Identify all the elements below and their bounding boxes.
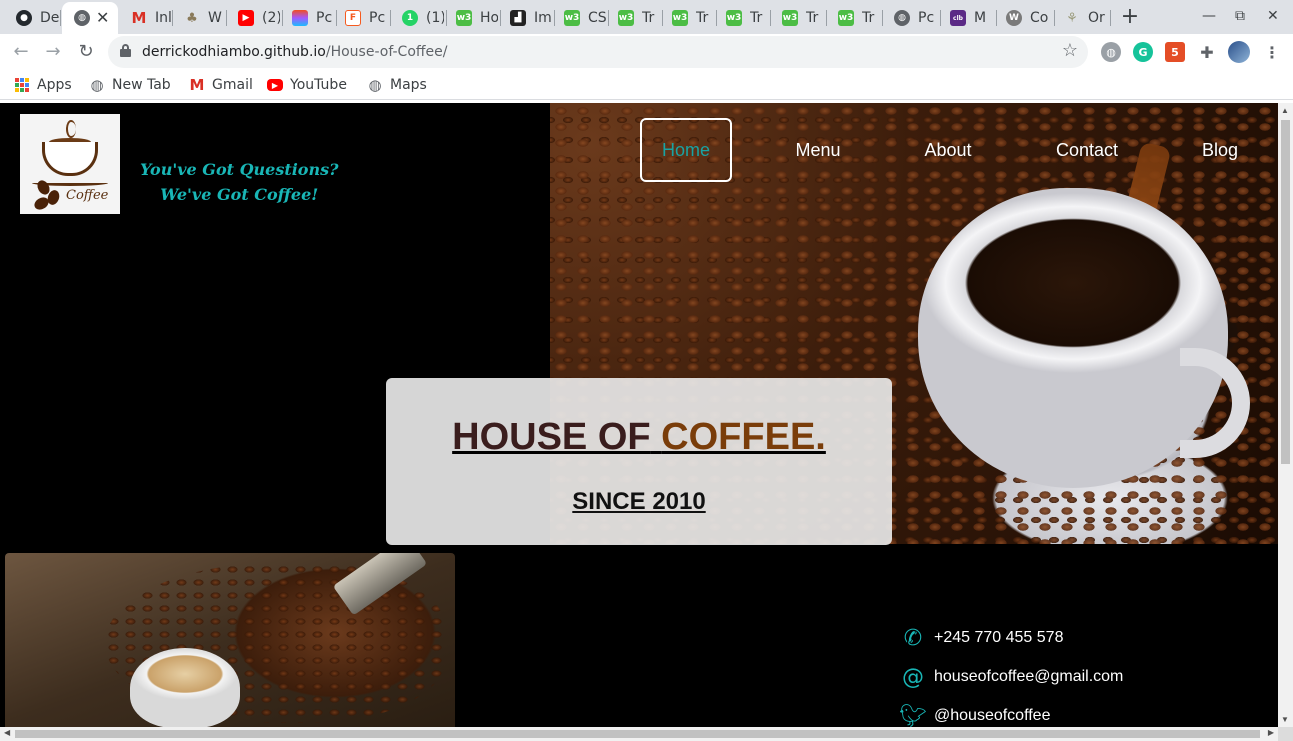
w3schools-icon: w3	[726, 10, 742, 26]
contact-phone[interactable]: ✆ +245 770 455 578	[900, 625, 1064, 651]
hero-card: HOUSE OF COFFEE. SINCE 2010	[386, 378, 892, 545]
colorlib-icon: clb	[950, 10, 966, 26]
tab[interactable]: 1 (1)	[390, 2, 444, 34]
tab[interactable]: W Co	[994, 2, 1052, 34]
vertical-scroll-thumb[interactable]	[1281, 120, 1290, 464]
vertical-scrollbar[interactable]: ▲ ▼	[1278, 103, 1293, 727]
bookmark-star-icon[interactable]: ☆	[1062, 40, 1078, 61]
new-tab-button[interactable]: +	[1118, 6, 1142, 30]
figma-icon	[292, 10, 308, 26]
tab[interactable]: w3 Tr	[714, 2, 768, 34]
bookmarks-bar: Apps ◍ New Tab M Gmail ▶ YouTube ◍ Maps	[0, 70, 1293, 100]
w3schools-icon: w3	[456, 10, 472, 26]
restore-button[interactable]: ⧉	[1235, 8, 1245, 24]
close-window-button[interactable]: ✕	[1267, 8, 1279, 24]
w3schools-icon: w3	[782, 10, 798, 26]
bookmark-gmail[interactable]: M Gmail	[189, 75, 253, 95]
hero-subtitle: SINCE 2010	[572, 488, 706, 515]
w3schools-icon: w3	[618, 10, 634, 26]
back-button[interactable]: ←	[9, 40, 33, 64]
address-bar[interactable]: derrickodhiambo.github.io/House-of-Coffe…	[108, 36, 1088, 68]
tab[interactable]: Pc	[280, 2, 334, 34]
plant-icon: ⚘	[1066, 10, 1078, 26]
nav-blog[interactable]: Blog	[1180, 118, 1260, 182]
url-text[interactable]: derrickodhiambo.github.io/House-of-Coffe…	[142, 44, 447, 60]
tab[interactable]: M Inl	[119, 2, 171, 34]
scroll-left-arrow-icon[interactable]: ◀	[4, 728, 10, 737]
gmail-icon: M	[131, 9, 147, 27]
horizontal-scroll-thumb[interactable]	[15, 730, 1260, 738]
tab[interactable]: ⚘ Or	[1052, 2, 1108, 34]
contact-email[interactable]: @ houseofcoffee@gmail.com	[900, 664, 1123, 690]
youtube-icon: ▶	[238, 10, 254, 26]
apps-grid-icon	[14, 77, 30, 93]
site-tagline: You've Got Questions? We've Got Coffee!	[140, 160, 339, 204]
nav-about[interactable]: About	[905, 118, 991, 182]
nav-home[interactable]: Home	[640, 118, 732, 182]
logo-text: Coffee	[66, 188, 109, 203]
page-viewport: Coffee You've Got Questions? We've Got C…	[0, 103, 1278, 727]
scroll-up-arrow-icon[interactable]: ▲	[1281, 106, 1289, 115]
nav-contact[interactable]: Contact	[1040, 118, 1134, 182]
forward-button[interactable]: →	[41, 40, 65, 64]
phone-icon: ✆	[903, 625, 923, 651]
scrollbar-corner	[1278, 727, 1293, 741]
bookmark-maps[interactable]: ◍ Maps	[367, 75, 426, 95]
grammarly-icon[interactable]: G	[1133, 42, 1153, 62]
profile-avatar[interactable]	[1228, 41, 1250, 63]
tab[interactable]: ◍ Pc	[882, 2, 938, 34]
tab[interactable]: ▟ Im	[498, 2, 552, 34]
twitter-icon: 🐦︎	[899, 703, 927, 728]
tab[interactable]: clb M	[938, 2, 994, 34]
tab-strip: ● De ◍ ✕ M Inl ♣ W ▶ (2) Pc F Pc 1 (1) w…	[0, 0, 1293, 34]
flipboard-icon: F	[345, 10, 361, 26]
tab-active[interactable]: ◍ ✕	[62, 2, 118, 34]
tab[interactable]: F Pc	[333, 2, 387, 34]
github-icon: ●	[16, 10, 32, 26]
wordpress-icon: W	[1006, 10, 1022, 26]
tab[interactable]: ● De	[4, 2, 59, 34]
nav-menu[interactable]: Menu	[775, 118, 861, 182]
hero-title: HOUSE OF COFFEE.	[452, 416, 826, 458]
tab[interactable]: w3 Tr	[660, 2, 714, 34]
bookmark-youtube[interactable]: ▶ YouTube	[267, 75, 347, 95]
gmail-icon: M	[189, 76, 205, 94]
close-tab-icon[interactable]: ✕	[96, 8, 109, 28]
reload-button[interactable]: ↻	[74, 40, 98, 64]
w3schools-icon: w3	[838, 10, 854, 26]
browser-toolbar: ← → ↻ derrickodhiambo.github.io/House-of…	[0, 34, 1293, 70]
globe-icon: ◍	[90, 76, 104, 94]
contact-twitter[interactable]: 🐦︎ @houseofcoffee	[899, 703, 1050, 728]
horizontal-scrollbar[interactable]: ◀ ▶	[0, 727, 1278, 741]
bookmark-new-tab[interactable]: ◍ New Tab	[89, 75, 170, 95]
github-pages-icon: ▟	[510, 10, 526, 26]
tab[interactable]: w3 Ho	[444, 2, 498, 34]
extension-globe-icon[interactable]: ◍	[1101, 42, 1121, 62]
globe-icon: ◍	[368, 76, 382, 94]
scroll-right-arrow-icon[interactable]: ▶	[1268, 728, 1274, 737]
html5-extension-icon[interactable]: 5	[1165, 42, 1185, 62]
tab[interactable]: w3 Tr	[606, 2, 660, 34]
lock-icon	[120, 44, 131, 57]
kebab-menu-icon[interactable]: ⋮	[1262, 42, 1282, 62]
scroll-down-arrow-icon[interactable]: ▼	[1281, 715, 1289, 724]
tree-icon: ♣	[186, 10, 198, 26]
at-icon: @	[902, 664, 924, 690]
youtube-icon: ▶	[267, 79, 283, 91]
tab[interactable]: w3 CS	[552, 2, 606, 34]
w3schools-icon: w3	[564, 10, 580, 26]
tab[interactable]: w3 Tr	[826, 2, 880, 34]
tab[interactable]: ▶ (2)	[226, 2, 280, 34]
site-logo[interactable]: Coffee	[20, 114, 120, 214]
globe-icon: ◍	[74, 10, 90, 26]
bookmark-apps[interactable]: Apps	[14, 75, 72, 95]
tab[interactable]: w3 Tr	[770, 2, 824, 34]
coffee-beans-image	[5, 553, 455, 727]
minimize-button[interactable]: —	[1202, 8, 1216, 24]
w3schools-icon: w3	[672, 10, 688, 26]
globe-icon: ◍	[894, 10, 910, 26]
tab[interactable]: ♣ W	[172, 2, 224, 34]
whatsapp-icon: 1	[402, 10, 418, 26]
extensions-puzzle-icon[interactable]: ✚	[1197, 42, 1217, 62]
